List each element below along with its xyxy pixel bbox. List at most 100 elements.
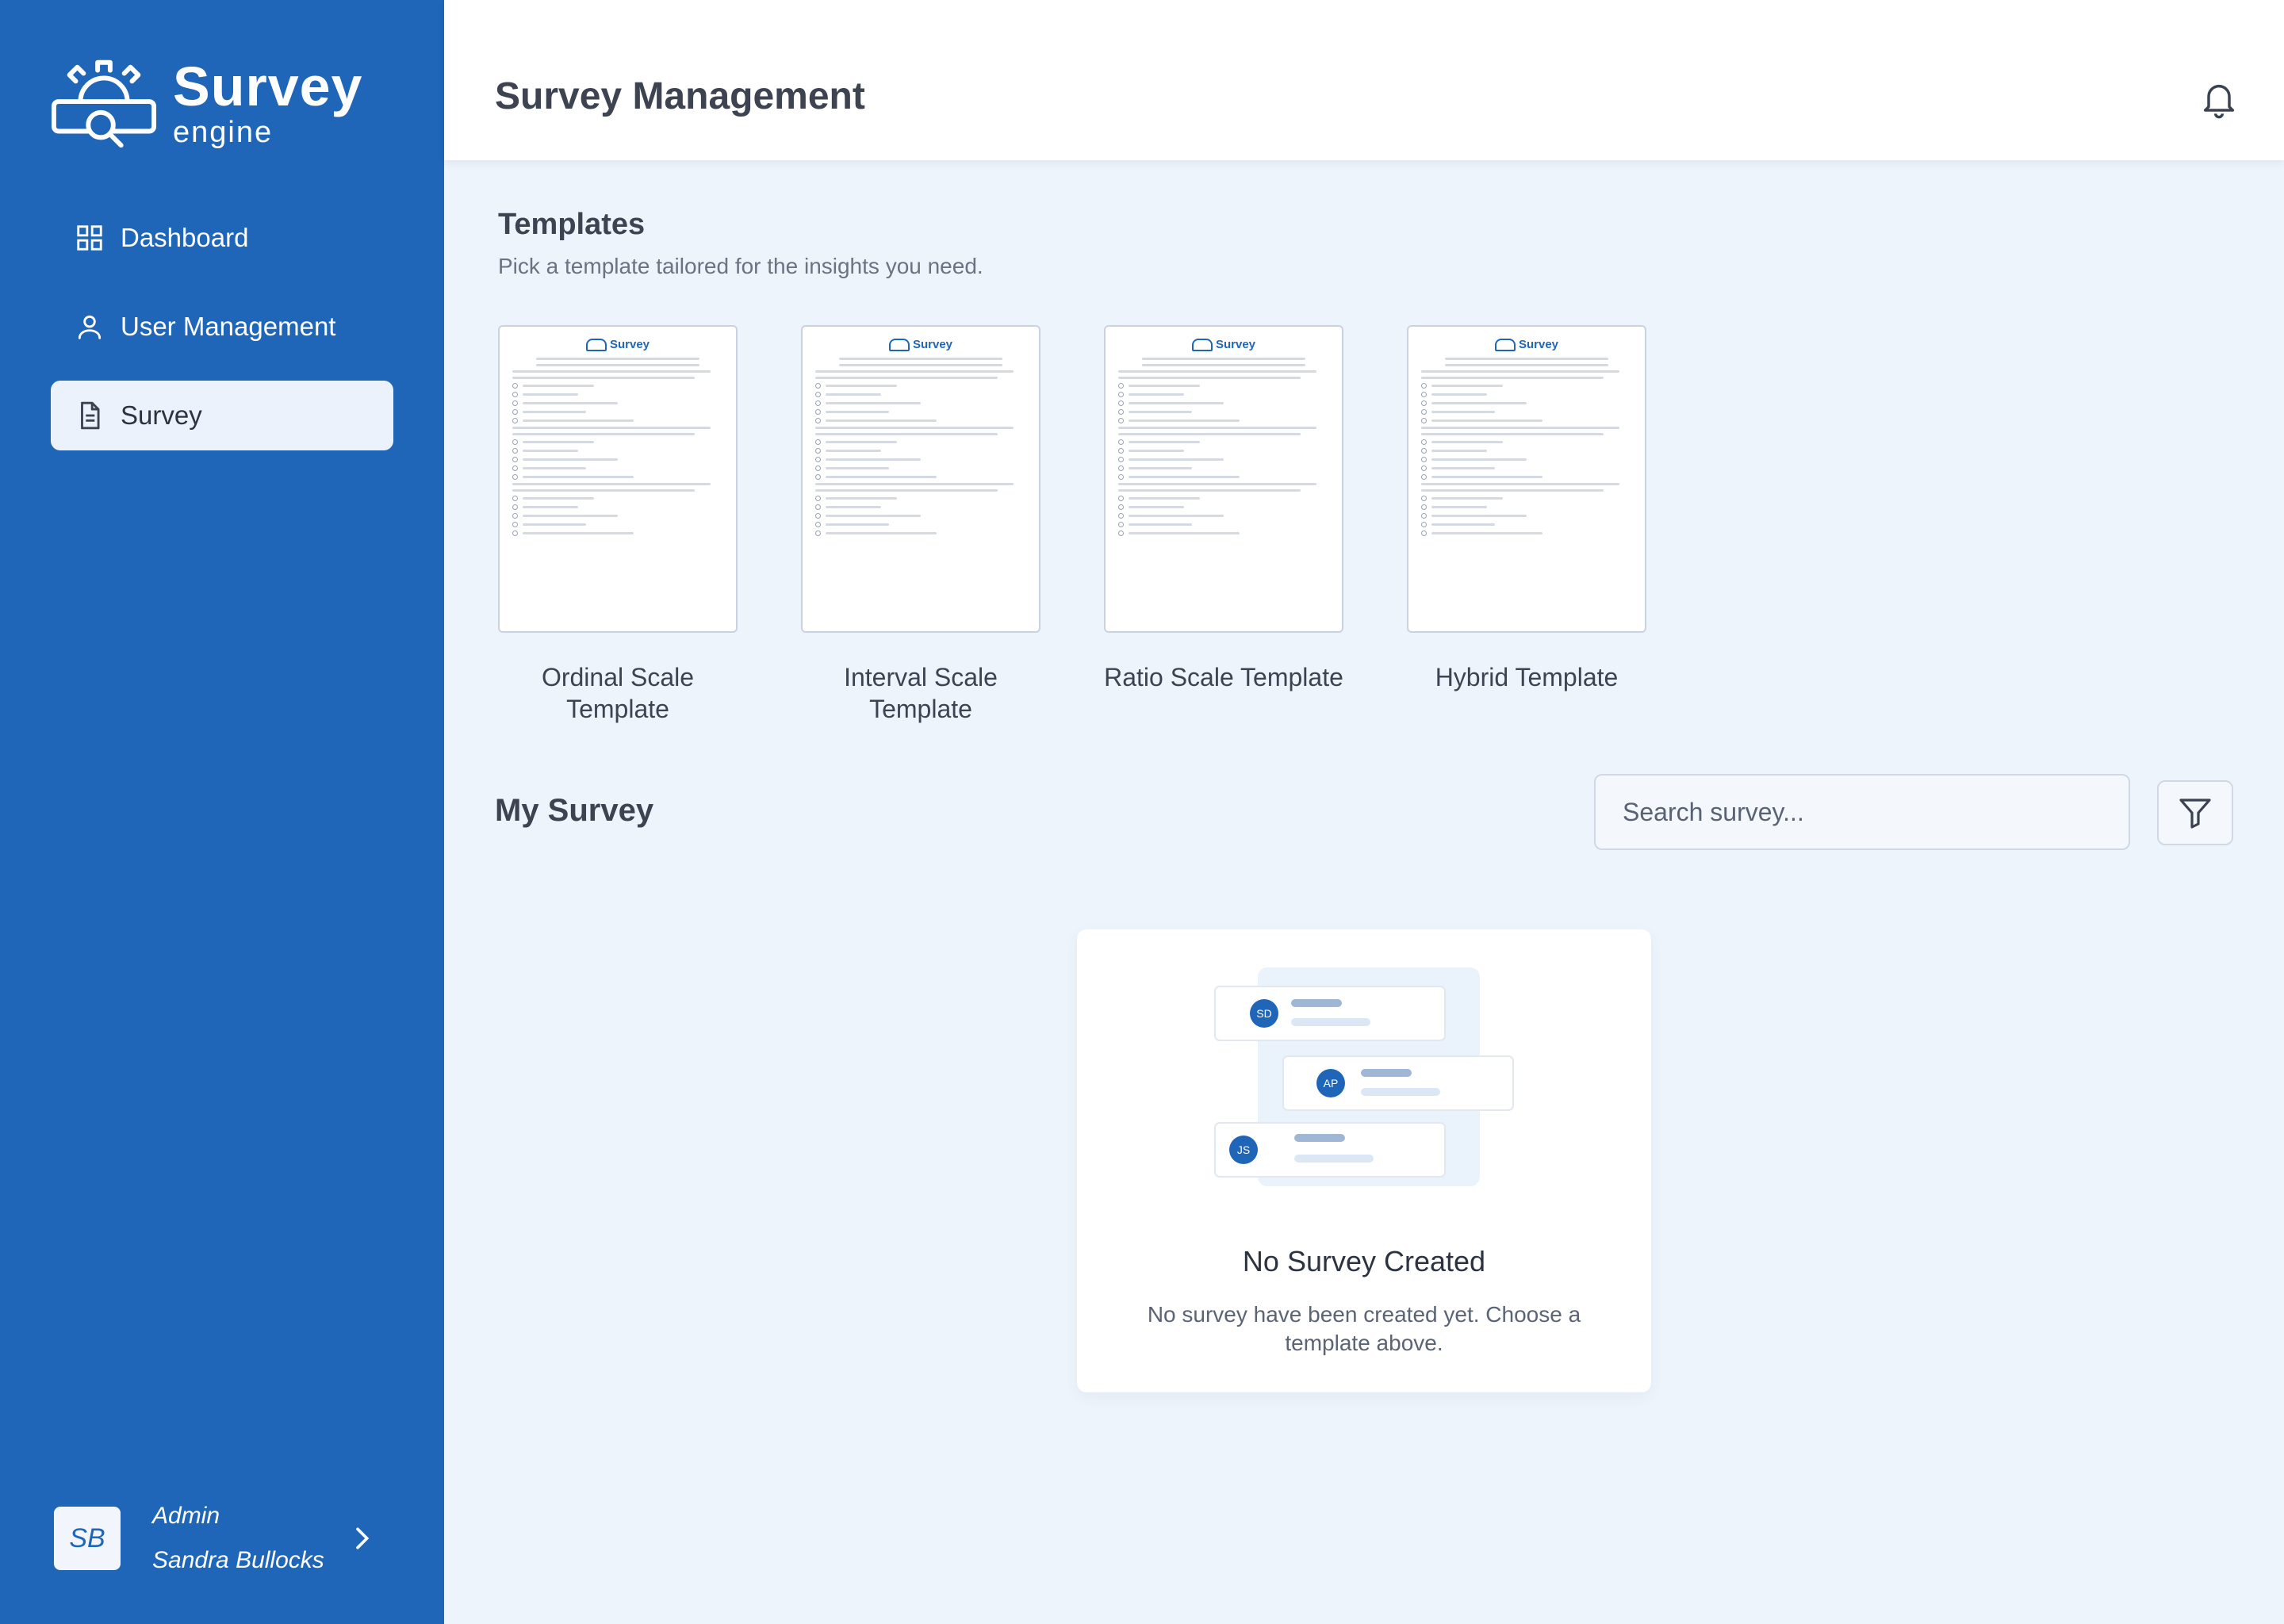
user-profile[interactable]: SB Admin Sandra Bullocks (54, 1491, 397, 1586)
thumbnail-logo: Survey (815, 338, 1026, 352)
thumbnail-line (1118, 489, 1301, 492)
thumbnail-line (1118, 417, 1329, 423)
thumbnail-line (1118, 447, 1329, 454)
thumbnail-line (815, 370, 1014, 373)
thumbnail-line (815, 495, 1026, 501)
thumbnail-line (1421, 382, 1632, 389)
thumbnail-line (1445, 358, 1608, 361)
thumbnail-line (1118, 521, 1329, 527)
sidebar-item-survey[interactable]: Survey (51, 381, 393, 450)
thumbnail-line (1118, 370, 1316, 373)
thumbnail-line (1421, 473, 1632, 480)
thumbnail-line (1421, 465, 1632, 471)
thumbnail-line (1118, 391, 1329, 397)
thumbnail-line (1421, 504, 1632, 510)
thumbnail-line (512, 427, 711, 430)
templates-title: Templates (498, 208, 646, 241)
thumbnail-line (512, 391, 723, 397)
thumbnail-line (512, 417, 723, 423)
page-title: Survey Management (495, 75, 865, 117)
sidebar-item-user-management[interactable]: User Management (51, 292, 393, 362)
document-icon (81, 401, 100, 430)
thumbnail-lines (815, 358, 1026, 536)
thumbnail-line (815, 465, 1026, 471)
search-input[interactable] (1594, 774, 2130, 850)
thumbnail-line (1118, 483, 1316, 486)
avatar-js: JS (1237, 1143, 1250, 1156)
thumbnail-line (815, 439, 1026, 445)
illustration-row: JS (1214, 1122, 1446, 1178)
thumbnail-line (1421, 521, 1632, 527)
thumbnail-line (815, 447, 1026, 454)
thumbnail-line (815, 521, 1026, 527)
thumbnail-line (1118, 382, 1329, 389)
template-card-ordinal[interactable]: Survey Ordinal Scale Template (498, 325, 738, 725)
thumbnail-line (512, 382, 723, 389)
thumbnail-line (1421, 495, 1632, 501)
thumbnail-line (512, 473, 723, 480)
illustration-row: AP (1282, 1055, 1514, 1111)
thumbnail-line (512, 447, 723, 454)
thumbnail-line (1118, 377, 1301, 380)
thumbnail-line (512, 521, 723, 527)
template-thumbnail: Survey (1104, 325, 1343, 633)
sidebar-item-label: Survey (121, 400, 202, 430)
template-card-hybrid[interactable]: Survey Hybrid Template (1407, 325, 1646, 725)
thumbnail-line (512, 370, 711, 373)
template-card-ratio[interactable]: Survey Ratio Scale Template (1104, 325, 1343, 725)
thumbnail-logo: Survey (1118, 338, 1329, 352)
avatar-sd: SD (1256, 1007, 1271, 1020)
thumbnail-line (512, 504, 723, 510)
thumbnail-line (815, 433, 998, 436)
template-thumbnail: Survey (498, 325, 738, 633)
thumbnail-line (815, 512, 1026, 519)
thumbnail-lines (1118, 358, 1329, 536)
thumbnail-line (815, 408, 1026, 415)
empty-state-card: SD AP JS No Survey Created No survey hav… (1077, 929, 1651, 1392)
thumbnail-line (1421, 400, 1632, 406)
brand-subtitle: engine (173, 116, 274, 149)
thumbnail-line (1445, 364, 1608, 367)
chevron-right-icon[interactable] (346, 1522, 377, 1554)
thumbnail-line (512, 512, 723, 519)
gear-search-logo-icon (51, 59, 157, 148)
filter-button[interactable] (2157, 780, 2233, 845)
thumbnail-line (1118, 495, 1329, 501)
thumbnail-line (1118, 433, 1301, 436)
thumbnail-line (815, 427, 1014, 430)
sidebar-item-label: User Management (121, 312, 336, 341)
thumbnail-line (1118, 512, 1329, 519)
thumbnail-line (1142, 364, 1305, 367)
thumbnail-line (536, 364, 699, 367)
thumbnail-line (1118, 530, 1329, 536)
avatar-ap: AP (1324, 1077, 1339, 1090)
thumbnail-line (1421, 456, 1632, 462)
thumbnail-line (536, 358, 699, 361)
my-survey-title: My Survey (495, 793, 654, 828)
thumbnail-line (815, 504, 1026, 510)
thumbnail-line (815, 377, 998, 380)
thumbnail-line (1118, 427, 1316, 430)
sidebar-item-dashboard[interactable]: Dashboard (51, 203, 393, 273)
thumbnail-line (815, 417, 1026, 423)
thumbnail-line (1118, 473, 1329, 480)
template-card-interval[interactable]: Survey Interval Scale Template (801, 325, 1040, 725)
sidebar-nav: Dashboard User Management Survey (51, 203, 393, 469)
thumbnail-line (815, 391, 1026, 397)
thumbnail-line (1421, 408, 1632, 415)
grid-icon (77, 225, 102, 251)
thumbnail-line (839, 364, 1002, 367)
thumbnail-line (1421, 489, 1604, 492)
thumbnail-line (1421, 391, 1632, 397)
thumbnail-line (512, 465, 723, 471)
bell-icon[interactable] (2198, 79, 2240, 121)
sidebar-item-label: Dashboard (121, 223, 249, 252)
brand-logo[interactable]: Survey engine (49, 56, 362, 151)
thumbnail-line (1118, 408, 1329, 415)
avatar: SB (54, 1507, 121, 1570)
thumbnail-line (512, 483, 711, 486)
profile-role: Admin (152, 1503, 220, 1529)
thumbnail-line (512, 495, 723, 501)
sidebar: Survey engine Dashboard User Management … (0, 0, 444, 1624)
thumbnail-line (512, 377, 695, 380)
